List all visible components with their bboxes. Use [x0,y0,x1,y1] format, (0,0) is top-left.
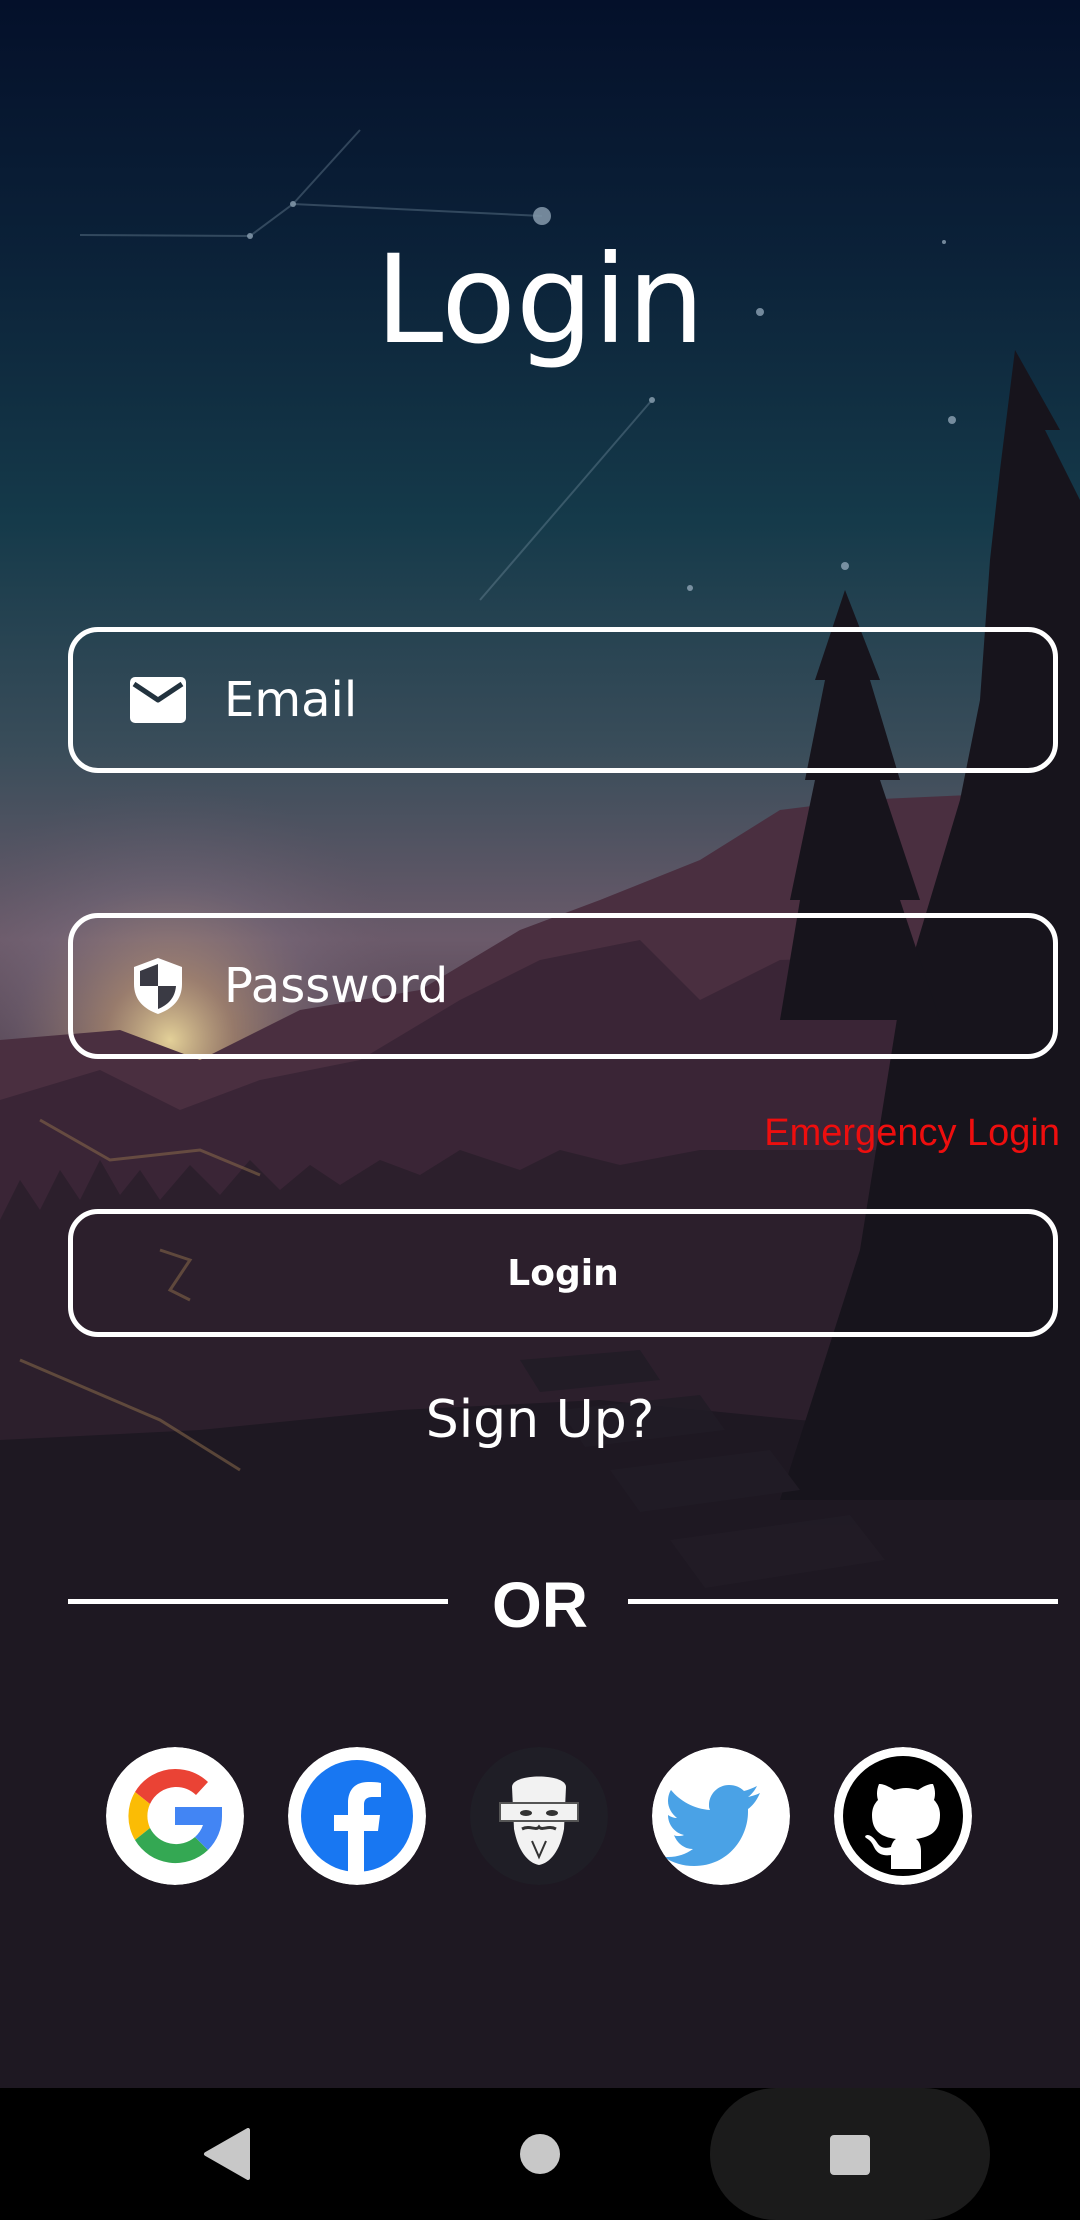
twitter-login-button[interactable] [652,1747,790,1885]
github-octocat-icon [834,1747,972,1885]
twitter-bird-icon [652,1747,790,1885]
github-login-button[interactable] [834,1747,972,1885]
signup-link[interactable]: Sign Up? [0,1390,1080,1450]
google-icon [106,1747,244,1885]
email-field[interactable] [68,627,1058,773]
facebook-login-button[interactable] [288,1747,426,1885]
home-button[interactable] [518,2132,562,2176]
anonymous-mask-icon [470,1747,608,1885]
google-login-button[interactable] [106,1747,244,1885]
password-input[interactable] [224,958,1004,1014]
back-triangle-icon [204,2128,250,2180]
login-button[interactable]: Login [68,1209,1058,1337]
envelope-icon [128,670,188,730]
recents-square-icon [830,2135,870,2175]
anonymous-login-button[interactable] [470,1747,608,1885]
page-title: Login [375,229,705,371]
home-circle-icon [520,2134,560,2174]
or-divider-text: OR [492,1569,588,1641]
emergency-login-link[interactable]: Emergency Login [764,1112,1060,1155]
shield-icon [128,956,188,1016]
password-field[interactable] [68,913,1058,1059]
recents-button[interactable] [828,2133,872,2177]
email-input[interactable] [224,672,1004,728]
back-button[interactable] [202,2128,252,2180]
facebook-icon [288,1747,426,1885]
